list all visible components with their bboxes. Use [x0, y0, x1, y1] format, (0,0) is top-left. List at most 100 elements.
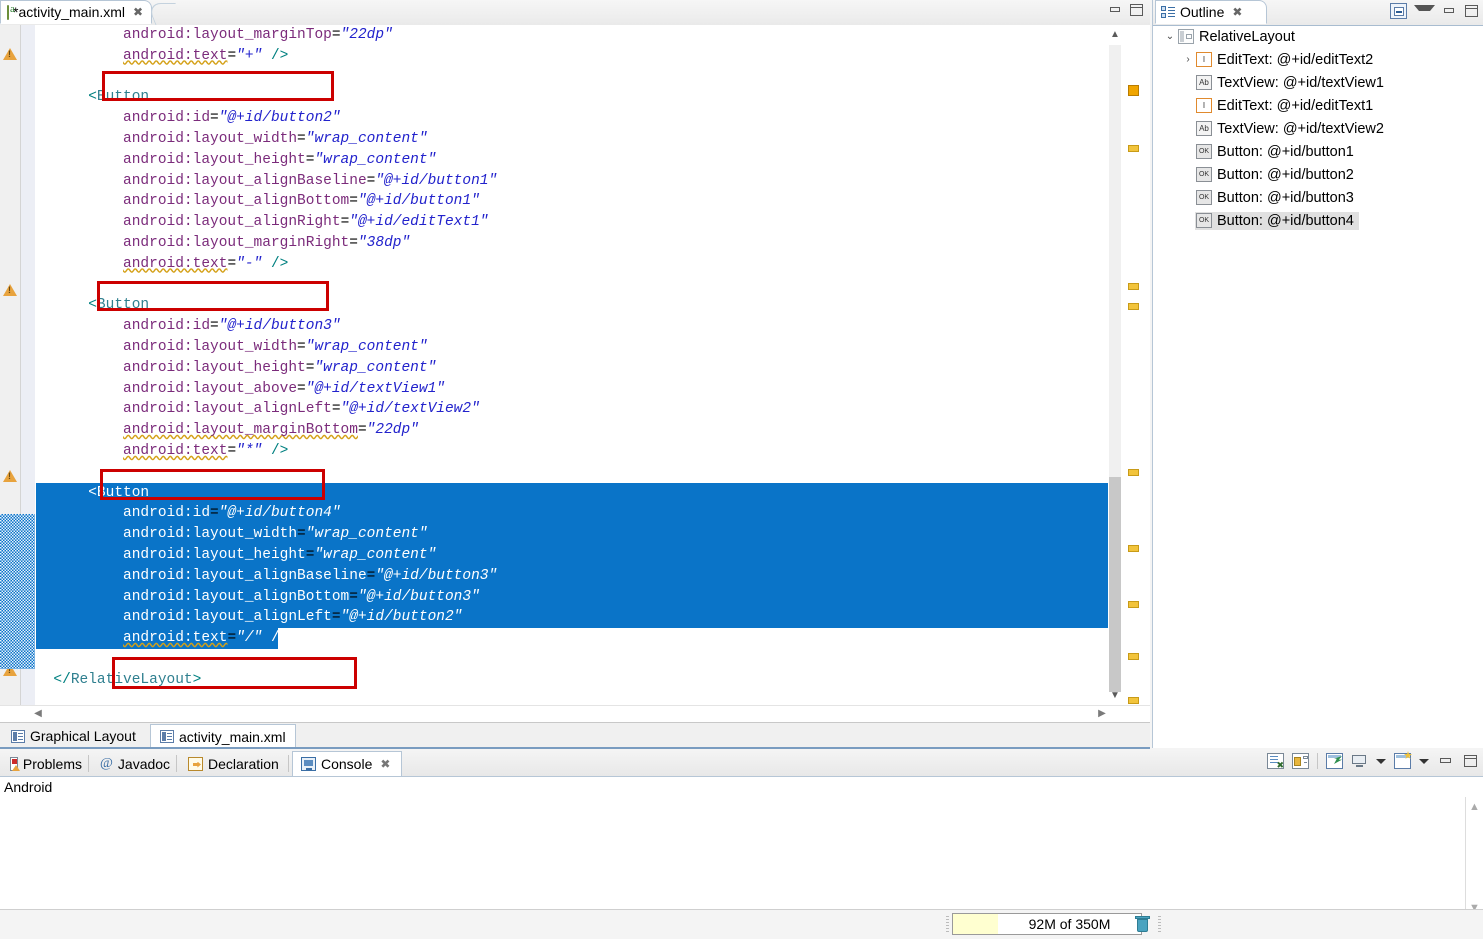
scroll-down-icon[interactable]: ▼ [1108, 688, 1122, 704]
scroll-up-icon[interactable]: ▲ [1466, 799, 1483, 815]
outline-item-body[interactable]: Ab TextView: @+id/textView2 [1195, 120, 1389, 138]
view-menu-icon[interactable] [1414, 4, 1435, 18]
tab-console[interactable]: Console ✖ [292, 751, 402, 776]
display-console-icon[interactable] [1351, 753, 1368, 769]
outline-tree-item[interactable]: OK Button: @+id/button2 [1153, 163, 1483, 186]
outline-tree-item[interactable]: › I EditText: @+id/editText2 [1153, 48, 1483, 71]
editor-horizontal-scrollbar[interactable]: ◀ ▶ [0, 705, 1150, 722]
code-line[interactable]: android:layout_alignBaseline="@+id/butto… [36, 171, 1108, 192]
code-line[interactable]: android:layout_height="wrap_content" [36, 544, 1108, 566]
maximize-icon[interactable] [1129, 3, 1144, 17]
clear-console-icon[interactable] [1267, 753, 1284, 771]
code-line[interactable]: android:layout_width="wrap_content" [36, 524, 1108, 545]
code-line[interactable]: </RelativeLayout> [36, 670, 1108, 691]
source-code-area[interactable]: android:layout_marginTop="22dp" android:… [36, 25, 1108, 706]
outline-tree-item[interactable]: I EditText: @+id/editText1 [1153, 94, 1483, 117]
warning-marker-icon[interactable] [2, 47, 18, 63]
outline-tree[interactable]: ⌄ RelativeLayout › I EditText: @+id/editText… [1153, 25, 1483, 748]
tab-problems[interactable]: Problems [2, 751, 90, 776]
minimize-icon[interactable] [1442, 4, 1457, 18]
overview-ruler-mark[interactable] [1128, 653, 1139, 660]
chevron-down-icon[interactable]: ⌄ [1163, 31, 1177, 42]
code-line[interactable]: android:layout_alignLeft="@+id/textView2… [36, 399, 1108, 420]
tab-activity-main-xml[interactable]: activity_main.xml [150, 724, 296, 748]
minimize-icon[interactable] [1108, 3, 1123, 17]
outline-tree-item[interactable]: ⌄ RelativeLayout [1153, 25, 1483, 48]
code-line[interactable]: android:layout_alignBottom="@+id/button1… [36, 191, 1108, 212]
outline-item-body[interactable]: I EditText: @+id/editText2 [1195, 51, 1378, 69]
scrollbar-thumb[interactable] [1109, 477, 1121, 692]
maximize-icon[interactable] [1462, 753, 1479, 769]
close-icon[interactable]: ✖ [1232, 5, 1242, 19]
outline-item-body[interactable]: OK Button: @+id/button2 [1195, 166, 1359, 184]
code-line[interactable]: android:text="*" /> [36, 441, 1108, 462]
code-line[interactable]: android:layout_marginTop="22dp" [36, 25, 1108, 46]
heap-status-indicator[interactable]: 92M of 350M [952, 913, 1142, 935]
outline-item-body[interactable]: RelativeLayout [1177, 28, 1300, 46]
open-console-icon[interactable] [1394, 753, 1411, 769]
code-line[interactable]: android:layout_above="@+id/textView1" [36, 379, 1108, 400]
code-line[interactable]: android:layout_width="wrap_content" [36, 337, 1108, 358]
code-line[interactable] [36, 462, 1108, 483]
minimize-icon[interactable] [1437, 753, 1454, 769]
outline-item-body[interactable]: OK Button: @+id/button1 [1195, 143, 1359, 161]
code-line[interactable] [36, 275, 1108, 296]
overview-ruler-mark[interactable] [1128, 469, 1139, 476]
console-vertical-scrollbar[interactable]: ▲ ▼ [1465, 797, 1483, 918]
tab-graphical-layout[interactable]: Graphical Layout [2, 724, 145, 748]
warning-marker-icon[interactable] [2, 469, 18, 485]
outline-item-body[interactable]: OK Button: @+id/button3 [1195, 189, 1359, 207]
code-line[interactable]: android:layout_width="wrap_content" [36, 129, 1108, 150]
code-line[interactable]: android:layout_alignBottom="@+id/button3… [36, 586, 1108, 608]
overview-ruler-mark[interactable] [1128, 601, 1139, 608]
overview-ruler-mark[interactable] [1128, 85, 1139, 96]
outline-tab[interactable]: Outline ✖ [1155, 0, 1267, 24]
overview-ruler-mark[interactable] [1128, 303, 1139, 310]
outline-tree-item[interactable]: Ab TextView: @+id/textView2 [1153, 117, 1483, 140]
code-line[interactable] [36, 649, 1108, 670]
scroll-lock-icon[interactable] [1292, 753, 1309, 769]
code-line[interactable]: <Button [36, 295, 1108, 316]
close-icon[interactable]: ✖ [380, 757, 390, 771]
outline-tree-item[interactable]: OK Button: @+id/button3 [1153, 186, 1483, 209]
code-line[interactable]: <Button [36, 482, 1108, 504]
code-line[interactable]: android:id="@+id/button4" [36, 503, 1108, 525]
overview-ruler-mark[interactable] [1128, 545, 1139, 552]
overview-ruler[interactable] [1126, 25, 1142, 706]
editor-tab-activity-main-xml[interactable]: *activity_main.xml ✖ [0, 0, 152, 24]
outline-tree-item[interactable]: OK Button: @+id/button1 [1153, 140, 1483, 163]
chevron-right-icon[interactable]: › [1181, 54, 1195, 65]
code-line[interactable]: android:text="+" /> [36, 46, 1108, 67]
code-line[interactable]: android:layout_marginBottom="22dp" [36, 420, 1108, 441]
scroll-right-icon[interactable]: ▶ [1094, 706, 1110, 722]
code-line[interactable]: <Button [36, 87, 1108, 108]
editor-vertical-scrollbar[interactable]: ▲ ▼ [1108, 25, 1122, 706]
scroll-left-icon[interactable]: ◀ [30, 706, 46, 722]
overview-ruler-mark[interactable] [1128, 697, 1139, 704]
scroll-up-icon[interactable]: ▲ [1108, 27, 1122, 43]
tab-declaration[interactable]: Declaration [180, 751, 290, 776]
outline-tree-item[interactable]: Ab TextView: @+id/textView1 [1153, 71, 1483, 94]
collapse-all-icon[interactable] [1390, 3, 1407, 19]
display-console-dropdown-icon[interactable] [1376, 758, 1386, 764]
code-line[interactable]: android:id="@+id/button2" [36, 108, 1108, 129]
overview-ruler-mark[interactable] [1128, 145, 1139, 152]
code-line[interactable]: android:layout_alignLeft="@+id/button2" [36, 607, 1108, 629]
pin-console-icon[interactable] [1326, 753, 1343, 769]
outline-item-body[interactable]: Ab TextView: @+id/textView1 [1195, 74, 1389, 92]
run-gc-button[interactable] [1134, 915, 1152, 933]
maximize-icon[interactable] [1464, 4, 1479, 18]
code-line[interactable]: android:layout_alignBaseline="@+id/butto… [36, 565, 1108, 587]
code-line[interactable]: android:layout_height="wrap_content" [36, 358, 1108, 379]
code-line[interactable]: android:layout_marginRight="38dp" [36, 233, 1108, 254]
close-icon[interactable]: ✖ [133, 5, 143, 19]
code-line[interactable] [36, 67, 1108, 88]
outline-item-body[interactable]: I EditText: @+id/editText1 [1195, 97, 1378, 115]
code-line[interactable]: android:id="@+id/button3" [36, 316, 1108, 337]
code-line[interactable]: android:layout_height="wrap_content" [36, 150, 1108, 171]
code-line[interactable]: android:layout_alignRight="@+id/editText… [36, 212, 1108, 233]
warning-marker-icon[interactable] [2, 283, 18, 299]
outline-item-body[interactable]: OK Button: @+id/button4 [1195, 211, 1359, 230]
overview-ruler-mark[interactable] [1128, 283, 1139, 290]
code-line[interactable]: android:text="/" /> [36, 628, 288, 649]
